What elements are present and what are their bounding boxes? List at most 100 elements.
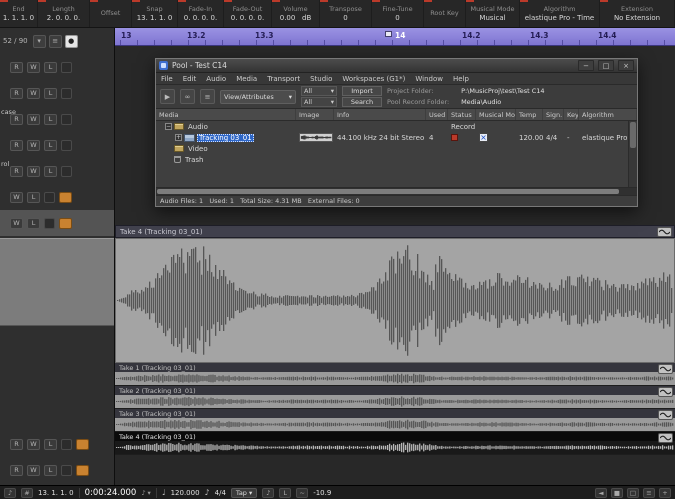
pool-row-audio-folder[interactable]: − Audio Record bbox=[156, 121, 637, 132]
info-column-end[interactable]: End 1. 1. 1. 0 bbox=[0, 0, 38, 27]
pool-row-tracking[interactable]: + Tracking 03_01 44.100 kHz 24 bit Stere… bbox=[156, 132, 637, 143]
minimize-button[interactable]: − bbox=[578, 60, 594, 71]
info-column-value[interactable]: Musical bbox=[479, 14, 505, 22]
track-w-button[interactable]: W bbox=[10, 191, 23, 203]
track-l-button[interactable]: L bbox=[44, 113, 57, 125]
take-lane-waveform[interactable] bbox=[115, 441, 675, 454]
track-lock-button[interactable] bbox=[61, 139, 72, 151]
take-lane[interactable]: Take 3 (Tracking 03_01) bbox=[115, 409, 675, 432]
column-key[interactable]: Key bbox=[564, 109, 579, 120]
pool-item-name-selected[interactable]: Tracking 03_01 bbox=[197, 133, 254, 142]
track-row[interactable]: RWL bbox=[0, 457, 114, 483]
track-row[interactable]: WL bbox=[0, 184, 114, 210]
pool-horizontal-scrollbar[interactable] bbox=[156, 187, 637, 195]
menu-edit[interactable]: Edit bbox=[178, 75, 202, 83]
info-column-value[interactable]: elastique Pro - Time bbox=[525, 14, 595, 22]
pool-item-name[interactable]: Video bbox=[186, 145, 210, 153]
track-lock-button[interactable] bbox=[61, 464, 72, 476]
ruler-tick[interactable]: 13 bbox=[121, 31, 131, 40]
info-column-volume[interactable]: Volume 0.00 dB bbox=[272, 0, 320, 27]
menu-audio[interactable]: Audio bbox=[201, 75, 231, 83]
column-media[interactable]: Media bbox=[156, 109, 296, 120]
track-r-button[interactable]: R bbox=[10, 464, 23, 476]
menu-transport[interactable]: Transport bbox=[262, 75, 305, 83]
lane-wave-icon[interactable] bbox=[658, 364, 673, 374]
track-r-button[interactable]: R bbox=[10, 61, 23, 73]
waveform-thumbnail[interactable] bbox=[299, 133, 333, 142]
track-row[interactable]: case R W L bbox=[0, 106, 114, 132]
audition-icon[interactable]: ▶ bbox=[160, 89, 175, 104]
track-w-button[interactable]: W bbox=[27, 139, 40, 151]
info-column-value[interactable]: No Extension bbox=[614, 14, 660, 22]
menu-media[interactable]: Media bbox=[231, 75, 262, 83]
info-column-extension[interactable]: Extension No Extension bbox=[600, 0, 675, 27]
click-icon[interactable]: L bbox=[279, 487, 292, 498]
info-column-snap[interactable]: Snap 13. 1. 1. 0 bbox=[132, 0, 178, 27]
ruler-tick[interactable]: 13.2 bbox=[187, 31, 206, 40]
info-column-fade-out[interactable]: Fade-Out 0. 0. 0. 0. bbox=[224, 0, 272, 27]
take-lane-waveform[interactable] bbox=[115, 395, 675, 408]
menu-studio[interactable]: Studio bbox=[305, 75, 337, 83]
main-waveform[interactable] bbox=[115, 238, 675, 363]
lane-wave-icon[interactable] bbox=[658, 433, 673, 443]
info-column-value[interactable]: 0. 0. 0. 0. bbox=[184, 14, 217, 22]
track-color-pad[interactable] bbox=[76, 438, 89, 450]
take-lane[interactable]: Take 1 (Tracking 03_01) bbox=[115, 363, 675, 386]
column-tempo[interactable]: Temp bbox=[516, 109, 543, 120]
track-w-button[interactable]: W bbox=[27, 165, 40, 177]
ruler-tick[interactable]: 13.3 bbox=[255, 31, 274, 40]
track-r-button[interactable]: R bbox=[10, 438, 23, 450]
timeline-ruler[interactable]: 13 13.2 13.3 14 14.2 14.3 14.4 bbox=[115, 28, 675, 46]
search-filter-dropdown[interactable]: All ▾ bbox=[301, 97, 337, 107]
track-w-button[interactable]: W bbox=[27, 464, 40, 476]
pool-vertical-scrollbar[interactable] bbox=[628, 121, 637, 187]
column-musical-mode[interactable]: Musical Mode bbox=[476, 109, 516, 120]
view-attributes-dropdown[interactable]: View/Attributes ▾ bbox=[220, 89, 296, 104]
track-l-button[interactable]: L bbox=[44, 61, 57, 73]
pool-tempo[interactable]: 120.00 bbox=[516, 134, 543, 142]
audition-loop-icon[interactable]: ∞ bbox=[180, 89, 195, 104]
track-row[interactable]: rol R W L bbox=[0, 158, 114, 184]
info-column-value[interactable]: 0 bbox=[395, 14, 399, 22]
info-column-value[interactable]: 0.00 dB bbox=[280, 14, 312, 22]
column-signature[interactable]: Sign. bbox=[543, 109, 564, 120]
info-column-algorithm[interactable]: Algorithm elastique Pro - Time bbox=[520, 0, 600, 27]
click-level[interactable]: -10.9 bbox=[313, 489, 331, 497]
sync-icon[interactable]: ~ bbox=[296, 487, 309, 498]
pool-row-video-folder[interactable]: Video bbox=[156, 143, 637, 154]
track-w-button[interactable]: W bbox=[27, 438, 40, 450]
pool-info-icon[interactable]: ≡ bbox=[200, 89, 215, 104]
track-w-button[interactable]: W bbox=[27, 61, 40, 73]
take-lane-waveform[interactable] bbox=[115, 372, 675, 385]
pool-item-name[interactable]: Audio bbox=[186, 123, 210, 131]
note-icon[interactable]: ♪ bbox=[4, 487, 16, 498]
tempo-mode-icon[interactable]: ♪ bbox=[205, 488, 210, 497]
pool-row-trash[interactable]: Trash bbox=[156, 154, 637, 165]
track-l-button[interactable]: L bbox=[44, 165, 57, 177]
main-take-lane[interactable]: Take 4 (Tracking 03_01) bbox=[115, 225, 675, 363]
track-l-button[interactable]: L bbox=[27, 191, 40, 203]
menu-file[interactable]: File bbox=[156, 75, 178, 83]
track-lock-button[interactable] bbox=[61, 87, 72, 99]
track-row[interactable]: WL bbox=[0, 210, 114, 236]
pool-window[interactable]: Pool - Test C14 − □ × File Edit Audio Media… bbox=[155, 58, 638, 207]
close-button[interactable]: × bbox=[618, 60, 634, 71]
lane-wave-icon[interactable] bbox=[657, 227, 672, 237]
track-visibility-icon[interactable]: ≡ bbox=[48, 34, 62, 48]
column-info[interactable]: Info bbox=[334, 109, 426, 120]
info-column-fine-tune[interactable]: Fine-Tune 0 bbox=[372, 0, 424, 27]
track-row[interactable]: RWL bbox=[0, 54, 114, 80]
info-column-value[interactable]: 13. 1. 1. 0 bbox=[137, 14, 173, 22]
add-icon[interactable]: + bbox=[659, 487, 671, 498]
track-row[interactable]: RWL bbox=[0, 80, 114, 106]
grid-snap-icon[interactable]: □ bbox=[627, 487, 639, 498]
time-format-dropdown[interactable]: ♪ ▾ bbox=[141, 489, 150, 497]
info-column-root-key[interactable]: Root Key bbox=[424, 0, 466, 27]
track-lock-button[interactable] bbox=[61, 438, 72, 450]
track-lock-button[interactable] bbox=[44, 217, 55, 229]
info-column-value[interactable]: 0. 0. 0. 0. bbox=[231, 14, 264, 22]
info-column-value[interactable]: 1. 1. 1. 0 bbox=[3, 14, 34, 22]
take-lane-waveform[interactable] bbox=[115, 418, 675, 431]
track-w-button[interactable]: W bbox=[27, 87, 40, 99]
track-r-button[interactable]: R bbox=[10, 87, 23, 99]
